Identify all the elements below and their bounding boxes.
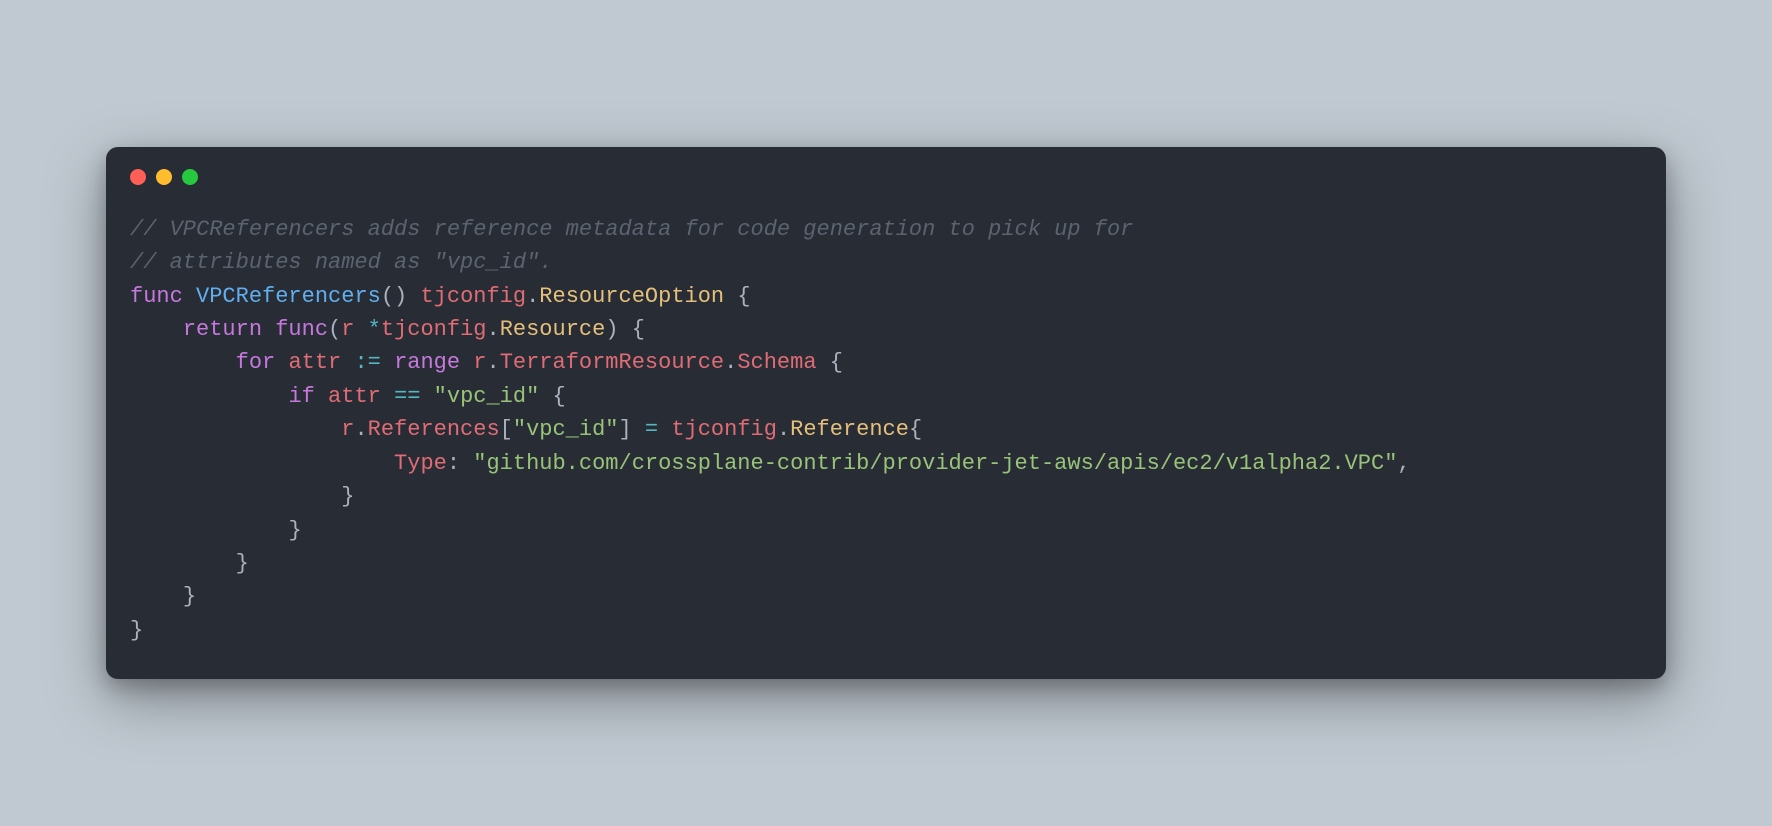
indent <box>130 384 288 409</box>
space <box>381 384 394 409</box>
punct: . <box>526 284 539 309</box>
op-decl: := <box>354 350 380 375</box>
code-block: // VPCReferencers adds reference metadat… <box>106 185 1666 680</box>
var: attr <box>288 350 341 375</box>
code-window: // VPCReferencers adds reference metadat… <box>106 147 1666 680</box>
op-star: * <box>368 317 381 342</box>
indent <box>130 417 341 442</box>
punct: { <box>539 384 565 409</box>
prop: TerraformResource <box>500 350 724 375</box>
op-eq: == <box>394 384 420 409</box>
type-name: Resource <box>500 317 606 342</box>
window-titlebar <box>106 147 1666 185</box>
space <box>460 350 473 375</box>
var: r <box>341 417 354 442</box>
space <box>315 384 328 409</box>
indent <box>130 350 236 375</box>
prop: Schema <box>737 350 816 375</box>
type-namespace: tjconfig <box>381 317 487 342</box>
code-comment: // VPCReferencers adds reference metadat… <box>130 217 1133 242</box>
punct: . <box>486 350 499 375</box>
indent <box>130 451 394 476</box>
punct: ( <box>328 317 341 342</box>
op-assign: = <box>645 417 658 442</box>
punct: ) { <box>605 317 645 342</box>
punct: : <box>447 451 473 476</box>
traffic-light-zoom-icon[interactable] <box>182 169 198 185</box>
punct: } <box>288 518 301 543</box>
punct: } <box>130 618 143 643</box>
indent <box>130 584 183 609</box>
indent <box>130 317 183 342</box>
kw-for: for <box>236 350 276 375</box>
type-name: Reference <box>790 417 909 442</box>
punct: { <box>724 284 750 309</box>
space <box>275 350 288 375</box>
punct: . <box>354 417 367 442</box>
punct: } <box>183 584 196 609</box>
var: attr <box>328 384 381 409</box>
punct: } <box>236 551 249 576</box>
punct: } <box>341 484 354 509</box>
punct: ] <box>619 417 645 442</box>
space <box>381 350 394 375</box>
space <box>262 317 275 342</box>
type-name: ResourceOption <box>539 284 724 309</box>
punct: . <box>724 350 737 375</box>
kw-return: return <box>183 317 262 342</box>
traffic-light-close-icon[interactable] <box>130 169 146 185</box>
prop: References <box>368 417 500 442</box>
space <box>354 317 367 342</box>
indent <box>130 484 341 509</box>
space <box>341 350 354 375</box>
string: "vpc_id" <box>513 417 619 442</box>
kw-func: func <box>275 317 328 342</box>
punct: [ <box>500 417 513 442</box>
type-namespace: tjconfig <box>671 417 777 442</box>
punct: { <box>817 350 843 375</box>
string: "github.com/crossplane-contrib/provider-… <box>473 451 1397 476</box>
kw-range: range <box>394 350 460 375</box>
punct: . <box>486 317 499 342</box>
code-comment: // attributes named as "vpc_id". <box>130 250 552 275</box>
indent <box>130 551 236 576</box>
kw-func: func <box>130 284 183 309</box>
fn-name: VPCReferencers <box>196 284 381 309</box>
punct: . <box>777 417 790 442</box>
type-namespace: tjconfig <box>420 284 526 309</box>
indent <box>130 518 288 543</box>
punct: () <box>381 284 421 309</box>
string: "vpc_id" <box>434 384 540 409</box>
param: r <box>341 317 354 342</box>
space <box>658 417 671 442</box>
punct: { <box>909 417 922 442</box>
traffic-light-minimize-icon[interactable] <box>156 169 172 185</box>
punct: , <box>1397 451 1410 476</box>
field: Type <box>394 451 447 476</box>
var: r <box>473 350 486 375</box>
kw-if: if <box>288 384 314 409</box>
space <box>420 384 433 409</box>
